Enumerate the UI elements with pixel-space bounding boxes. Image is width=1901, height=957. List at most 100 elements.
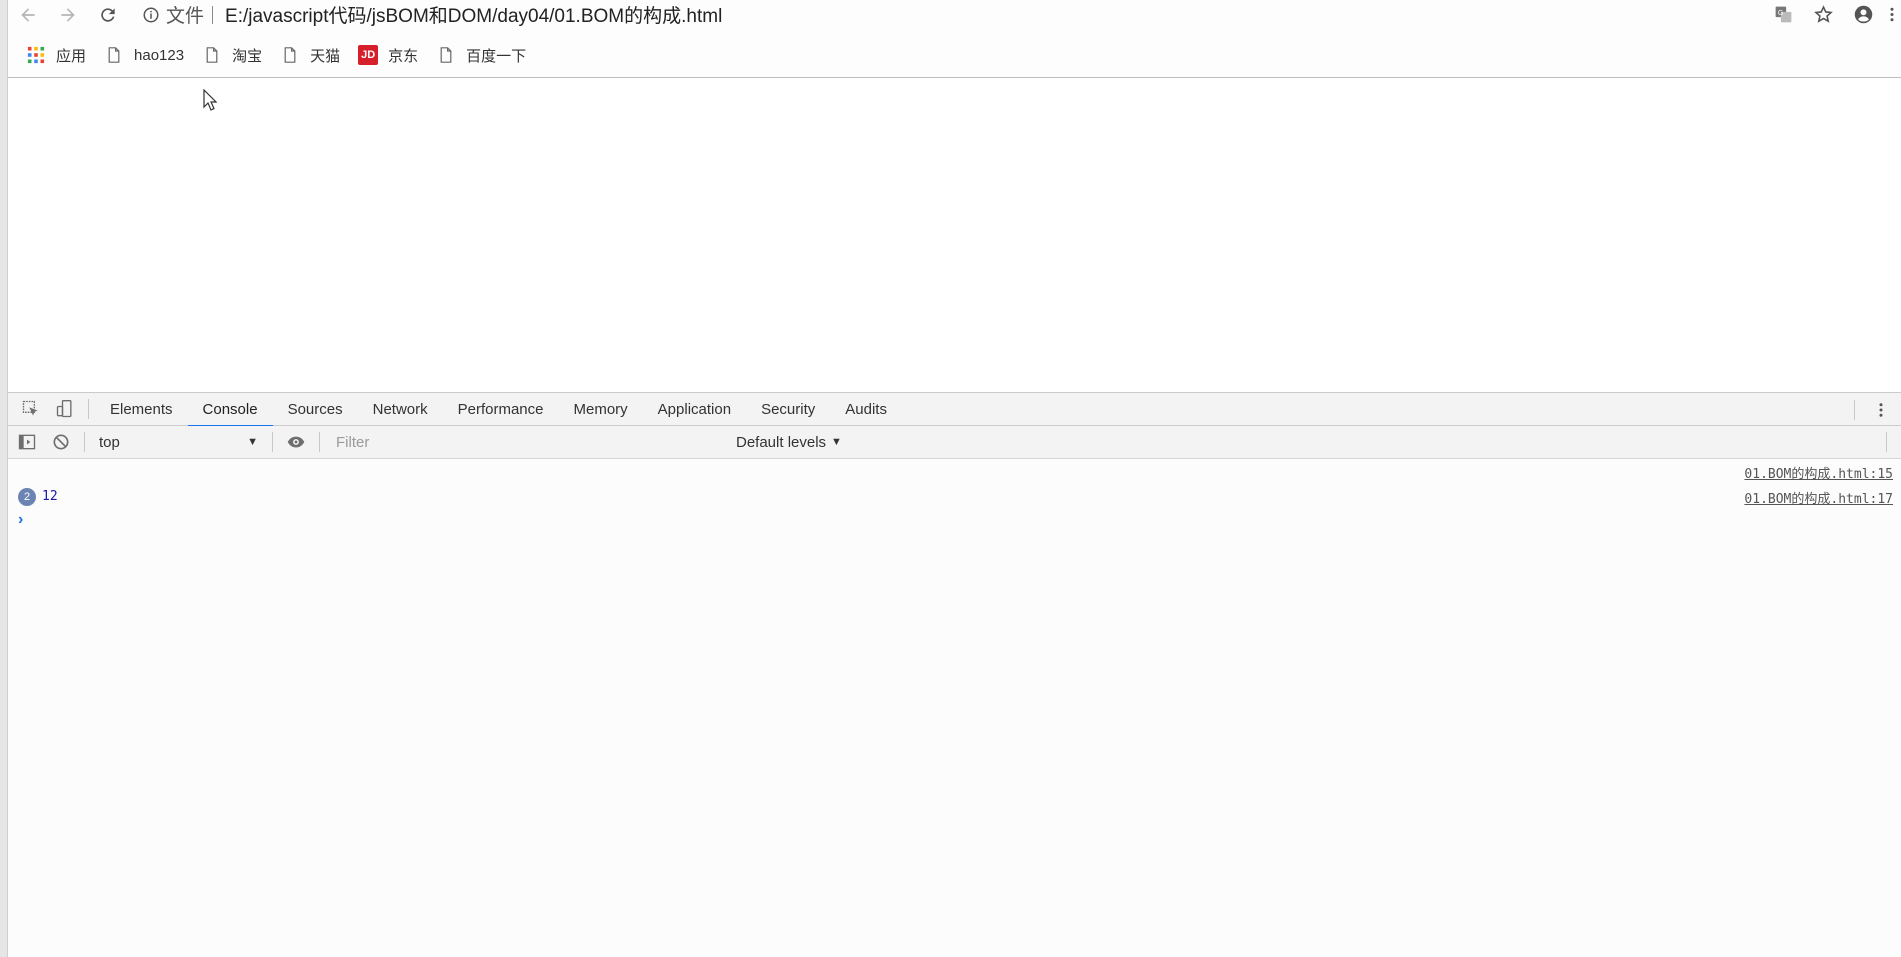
forward-button[interactable] bbox=[48, 0, 88, 29]
tab-label: Sources bbox=[287, 400, 343, 418]
log-levels-dropdown[interactable]: Default levels ▼ bbox=[736, 434, 842, 451]
context-selector[interactable]: top ▼ bbox=[91, 430, 266, 455]
mouse-cursor-icon bbox=[203, 89, 217, 111]
eye-icon bbox=[287, 436, 305, 448]
bookmark-baidu[interactable]: 百度一下 bbox=[436, 41, 536, 69]
back-arrow-icon bbox=[21, 7, 35, 22]
tab-memory[interactable]: Memory bbox=[559, 393, 643, 426]
scheme-label: 文件 bbox=[166, 6, 205, 27]
tab-label: Memory bbox=[573, 400, 628, 418]
tab-label: Performance bbox=[457, 400, 544, 418]
console-messages: 01.BOM的构成.html:15 2 12 01.BOM的构成.html:17… bbox=[8, 459, 1901, 531]
page-viewport[interactable] bbox=[8, 78, 1901, 392]
filter-input[interactable]: Filter bbox=[326, 430, 736, 455]
window-left-edge bbox=[0, 0, 8, 957]
tab-label: Console bbox=[202, 400, 258, 418]
omnibox-separator bbox=[212, 5, 214, 24]
inspect-element-button[interactable] bbox=[14, 393, 48, 426]
bookmark-label: 天猫 bbox=[310, 47, 341, 65]
tab-label: Elements bbox=[110, 400, 173, 418]
omnibox[interactable]: 文件 E:/javascript代码/jsBOM和DOM/day04/01.BO… bbox=[136, 0, 722, 29]
tab-label: Application bbox=[657, 400, 732, 418]
toolbar-separator bbox=[88, 399, 89, 419]
message-source-link[interactable]: 01.BOM的构成.html:15 bbox=[1744, 463, 1893, 482]
toolbar-separator bbox=[319, 432, 320, 452]
clear-console-button[interactable] bbox=[44, 426, 78, 459]
page-icon bbox=[104, 45, 124, 65]
bookmark-apps[interactable]: 应用 bbox=[26, 41, 96, 69]
toolbar-right: G bbox=[1763, 0, 1901, 29]
reload-icon bbox=[101, 7, 115, 22]
translate-button[interactable]: G bbox=[1763, 0, 1803, 29]
devtools-panel: Elements Console Sources Network Perform… bbox=[8, 392, 1901, 957]
devtools-menu-button[interactable] bbox=[1861, 393, 1901, 426]
dropdown-arrow-icon: ▼ bbox=[247, 436, 258, 448]
console-toolbar: top ▼ Filter Default levels ▼ bbox=[8, 426, 1901, 459]
menu-icon bbox=[1890, 7, 1894, 22]
devtools-tabbar-right bbox=[1848, 393, 1901, 426]
filter-placeholder: Filter bbox=[336, 433, 370, 451]
device-toolbar-button[interactable] bbox=[48, 393, 82, 426]
bookmark-label: hao123 bbox=[134, 46, 185, 64]
tab-performance[interactable]: Performance bbox=[443, 393, 559, 426]
context-label: top bbox=[99, 433, 120, 451]
profile-icon bbox=[1854, 5, 1872, 24]
back-button[interactable] bbox=[8, 0, 48, 29]
jd-logo-icon: JD bbox=[358, 45, 379, 65]
bookmark-label: 百度一下 bbox=[466, 47, 527, 65]
repeat-count-badge: 2 bbox=[18, 487, 36, 506]
clear-console-icon bbox=[53, 434, 69, 450]
console-prompt[interactable]: › bbox=[8, 509, 1901, 531]
browser-window: 文件 E:/javascript代码/jsBOM和DOM/day04/01.BO… bbox=[0, 0, 1901, 957]
show-sidebar-button[interactable] bbox=[10, 426, 44, 459]
message-source-link[interactable]: 01.BOM的构成.html:17 bbox=[1744, 488, 1893, 507]
bookmark-hao123[interactable]: hao123 bbox=[104, 41, 194, 69]
bookmark-tmall[interactable]: 天猫 bbox=[280, 41, 350, 69]
toolbar-separator bbox=[84, 432, 85, 452]
toolbar-separator bbox=[1886, 432, 1887, 452]
console-message: 01.BOM的构成.html:15 bbox=[8, 459, 1901, 484]
tab-application[interactable]: Application bbox=[643, 393, 746, 426]
bookmark-label: 京东 bbox=[388, 47, 419, 65]
prompt-chevron-icon: › bbox=[18, 511, 24, 528]
sidebar-toggle-icon bbox=[18, 434, 36, 450]
reload-button[interactable] bbox=[88, 0, 128, 29]
bookmark-taobao[interactable]: 淘宝 bbox=[202, 41, 272, 69]
info-icon[interactable] bbox=[136, 6, 166, 24]
tab-label: Security bbox=[761, 400, 816, 418]
apps-grid-icon bbox=[26, 45, 46, 65]
live-expression-button[interactable] bbox=[279, 426, 313, 459]
tab-label: Audits bbox=[845, 400, 887, 418]
tab-network[interactable]: Network bbox=[358, 393, 443, 426]
menu-button[interactable] bbox=[1883, 0, 1901, 29]
device-mode-icon bbox=[56, 400, 72, 418]
inspect-cursor-icon bbox=[22, 400, 38, 416]
svg-text:G: G bbox=[1777, 10, 1782, 17]
bookmark-label: 淘宝 bbox=[232, 47, 263, 65]
profile-button[interactable] bbox=[1843, 0, 1883, 29]
console-message: 2 12 01.BOM的构成.html:17 bbox=[8, 484, 1901, 509]
url-text[interactable]: E:/javascript代码/jsBOM和DOM/day04/01.BOM的构… bbox=[225, 1, 722, 28]
bookmarks-bar: 应用 hao123 淘宝 天猫 JD 京东 百度一下 bbox=[8, 38, 1901, 72]
dropdown-arrow-icon: ▼ bbox=[831, 436, 842, 448]
tab-audits[interactable]: Audits bbox=[830, 393, 902, 426]
forward-arrow-icon bbox=[61, 7, 75, 22]
bookmark-jd[interactable]: JD 京东 bbox=[358, 41, 428, 69]
page-icon bbox=[436, 45, 456, 65]
tab-sources[interactable]: Sources bbox=[273, 393, 358, 426]
translate-icon: G bbox=[1775, 6, 1791, 23]
message-text: 12 bbox=[42, 489, 58, 504]
toolbar-separator bbox=[1854, 399, 1855, 420]
tab-security[interactable]: Security bbox=[746, 393, 830, 426]
tab-label: Network bbox=[372, 400, 428, 418]
devtools-tabbar: Elements Console Sources Network Perform… bbox=[8, 393, 1901, 427]
tab-elements[interactable]: Elements bbox=[95, 393, 188, 426]
bookmark-star-button[interactable] bbox=[1803, 0, 1843, 29]
page-icon bbox=[280, 45, 300, 65]
levels-label: Default levels bbox=[736, 433, 827, 451]
bookmark-label: 应用 bbox=[56, 47, 87, 65]
tab-console[interactable]: Console bbox=[187, 393, 273, 427]
page-icon bbox=[202, 45, 222, 65]
toolbar-separator bbox=[272, 432, 273, 452]
kebab-menu-icon bbox=[1879, 402, 1883, 417]
